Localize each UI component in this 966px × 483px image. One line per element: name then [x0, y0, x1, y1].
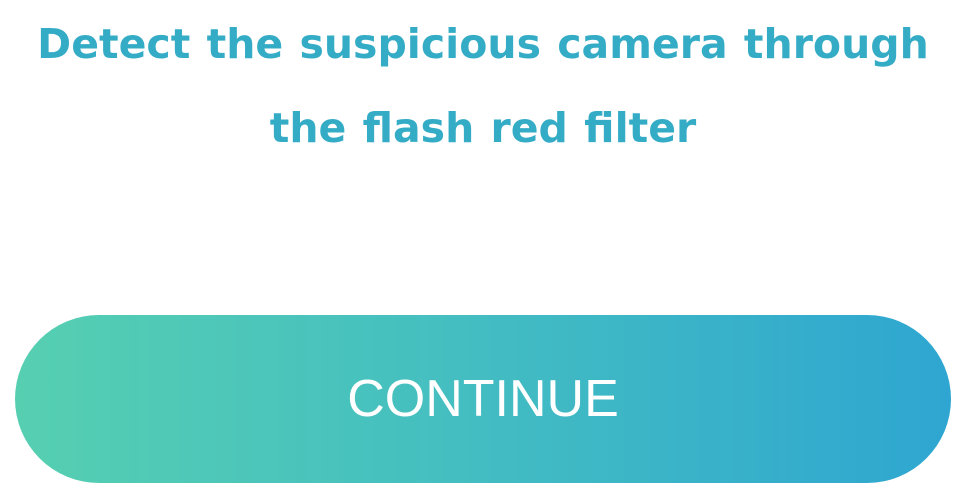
onboarding-screen: Detect the suspicious camera through the…: [0, 0, 966, 483]
continue-button-label: CONTINUE: [347, 370, 619, 428]
onboarding-headline: Detect the suspicious camera through the…: [37, 20, 929, 152]
continue-button[interactable]: CONTINUE: [15, 315, 951, 483]
